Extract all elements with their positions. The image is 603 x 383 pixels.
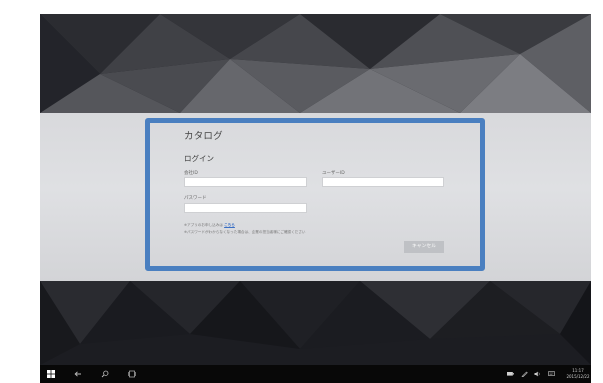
pen-icon[interactable] (521, 371, 528, 377)
system-clock[interactable]: 11:17 2015/12/22 (565, 368, 591, 379)
tablet-screen: カタログ ログイン 会社ID ユーザーID パスワード ※アプリのお申し込みは … (40, 14, 591, 383)
login-heading: ログイン (184, 154, 214, 163)
taskbar: 11:17 2015/12/22 (40, 365, 591, 383)
clock-date: 2015/12/22 (566, 373, 590, 379)
volume-icon[interactable] (534, 371, 541, 377)
password-field[interactable] (184, 203, 307, 213)
windows-start-icon[interactable] (47, 370, 55, 378)
cancel-button[interactable]: キャンセル (404, 241, 444, 253)
notification-icon[interactable] (548, 371, 555, 377)
signup-link[interactable]: こちら (224, 223, 235, 227)
user-id-label: ユーザーID (322, 171, 345, 176)
login-dialog: カタログ ログイン 会社ID ユーザーID パスワード ※アプリのお申し込みは … (151, 124, 479, 265)
signup-info-line: ※アプリのお申し込みは こちら (184, 223, 235, 228)
password-info-line: ※パスワードがわからなくなった場合は、企業の担当者様にご確認ください (184, 230, 306, 234)
company-id-field[interactable] (184, 177, 307, 187)
user-id-field[interactable] (322, 177, 444, 187)
signup-info-text: ※アプリのお申し込みは (184, 223, 223, 227)
password-label: パスワード (184, 196, 207, 201)
search-icon[interactable] (101, 370, 109, 378)
back-arrow-icon[interactable] (74, 370, 82, 378)
company-id-label: 会社ID (184, 171, 198, 176)
battery-icon[interactable] (507, 371, 514, 377)
task-view-icon[interactable] (128, 370, 136, 378)
app-title: カタログ (184, 131, 223, 142)
